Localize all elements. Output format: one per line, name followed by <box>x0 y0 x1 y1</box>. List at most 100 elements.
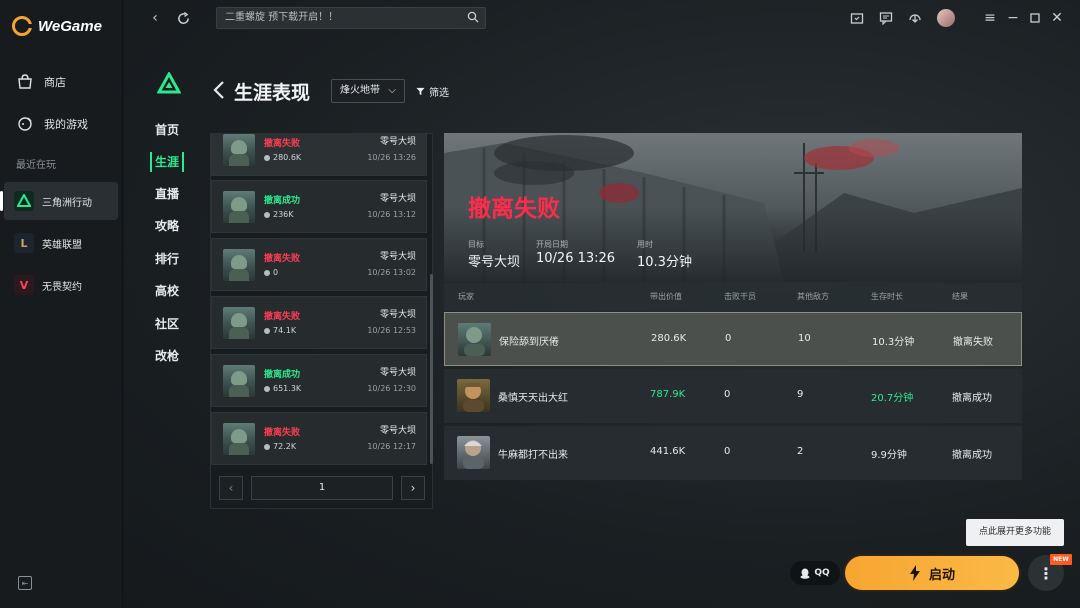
player-result: 撤离成功 <box>952 393 992 404</box>
match-time: 10/26 12:17 <box>367 442 416 451</box>
launch-game-button[interactable]: 启动 <box>843 554 1021 592</box>
player-name: 桑慎天天出大红 <box>498 393 568 404</box>
sidebar-item-my-games[interactable]: 我的游戏 <box>0 106 118 142</box>
match-map: 零号大坝 <box>379 137 416 147</box>
player-value: 280.6K <box>651 333 687 344</box>
match-value-text: 236K <box>273 210 294 219</box>
operator-avatar <box>223 307 255 339</box>
more-features-tooltip: 点此展开更多功能 <box>966 519 1064 546</box>
collapse-sidebar-icon[interactable]: ⇤ <box>18 576 32 590</box>
page-back-icon[interactable] <box>212 80 226 105</box>
subnav-career[interactable]: 生涯 <box>150 152 184 172</box>
match-value: 651.3K <box>264 384 301 393</box>
match-result: 撤离成功 <box>264 370 301 380</box>
match-card[interactable]: 撤离失败 74.1K 零号大坝 10/26 12:53 <box>211 296 427 349</box>
back-nav-icon[interactable]: ‹ <box>146 9 164 27</box>
menu-icon[interactable]: ≡ <box>981 9 999 27</box>
match-time: 10/26 12:30 <box>367 384 416 393</box>
map-select-dropdown[interactable]: 烽火地带 ⌵ <box>331 79 405 103</box>
match-result: 撤离失败 <box>264 312 301 322</box>
delta-force-logo-icon[interactable] <box>156 70 182 94</box>
match-result: 撤离失败 <box>264 139 301 149</box>
my-games-icon <box>16 115 34 133</box>
user-avatar[interactable] <box>937 9 955 27</box>
match-time: 10/26 13:26 <box>367 153 416 162</box>
sidebar-item-store[interactable]: 商店 <box>0 64 118 100</box>
match-value-text: 72.2K <box>273 442 297 451</box>
sidebar-game-valorant[interactable]: V 无畏契约 <box>4 266 118 304</box>
match-value: 280.6K <box>264 153 301 162</box>
match-value-text: 280.6K <box>273 153 302 162</box>
refresh-icon[interactable] <box>174 9 192 27</box>
subnav-gun-mod[interactable]: 改枪 <box>150 346 184 366</box>
player-row[interactable]: 牛麻都打不出来 441.6K 0 2 9.9分钟 撤离成功 <box>444 426 1022 480</box>
valorant-icon: V <box>14 275 34 295</box>
minimize-icon[interactable]: − <box>1004 9 1022 27</box>
player-others: 10 <box>798 333 811 344</box>
match-value-text: 0 <box>273 268 279 277</box>
player-row[interactable]: 保险舔到厌倦 280.6K 0 10 10.3分钟 撤离失败 <box>444 312 1022 366</box>
player-name: 牛麻都打不出来 <box>498 450 568 461</box>
match-time: 10/26 13:12 <box>367 210 416 219</box>
subnav-community[interactable]: 社区 <box>150 314 184 334</box>
player-survival: 9.9分钟 <box>871 450 907 461</box>
sidebar-game-league-of-legends[interactable]: L 英雄联盟 <box>4 224 118 262</box>
match-card[interactable]: 撤离失败 72.2K 零号大坝 10/26 12:17 <box>211 412 427 465</box>
subnav-ranking[interactable]: 排行 <box>150 249 184 269</box>
match-card[interactable]: 撤离失败 0 零号大坝 10/26 13:02 <box>211 238 427 291</box>
logo-text: WeGame <box>38 17 102 35</box>
subnav-home[interactable]: 首页 <box>150 120 184 140</box>
match-value: 236K <box>264 210 294 219</box>
match-card[interactable]: 撤离成功 236K 零号大坝 10/26 13:12 <box>211 180 427 233</box>
sidebar-game-delta-force[interactable]: 三角洲行动 <box>0 182 118 220</box>
match-time: 10/26 13:02 <box>367 268 416 277</box>
match-map: 零号大坝 <box>379 252 416 262</box>
stat-duration-label: 用时 <box>637 240 653 249</box>
coin-icon <box>264 443 270 450</box>
coin-icon <box>264 327 270 334</box>
delta-force-icon <box>14 191 34 211</box>
sidebar-item-label: 商店 <box>44 76 66 89</box>
prev-page-button[interactable]: ‹ <box>219 476 243 500</box>
match-time: 10/26 12:53 <box>367 326 416 335</box>
match-list-scrollbar[interactable] <box>430 274 433 464</box>
subnav-guides[interactable]: 攻略 <box>150 216 184 236</box>
current-page[interactable]: 1 <box>251 476 393 500</box>
qq-button[interactable]: QQ <box>790 561 840 585</box>
filter-button[interactable]: 筛选 <box>416 84 449 99</box>
player-avatar <box>457 379 490 412</box>
match-map: 零号大坝 <box>379 194 416 204</box>
subnav-college[interactable]: 高校 <box>150 281 184 301</box>
player-kills: 0 <box>724 389 731 400</box>
search-input[interactable]: 二重螺旋 预下载开启！！ <box>216 7 486 29</box>
next-page-button[interactable]: › <box>401 476 425 500</box>
close-icon[interactable]: ✕ <box>1048 9 1066 27</box>
match-list[interactable]: 撤离失败 280.6K 零号大坝 10/26 13:26 撤离成功 236K 零… <box>211 134 434 466</box>
sidebar-game-label: 三角洲行动 <box>42 197 92 209</box>
players-table: 玩家 带出价值 击败干员 其他敌方 生存时长 结果 保险舔到厌倦 280.6K … <box>444 283 1022 480</box>
gift-box-icon[interactable] <box>848 9 866 27</box>
operator-avatar <box>223 423 255 455</box>
player-result: 撤离成功 <box>952 450 992 461</box>
match-card[interactable]: 撤离失败 280.6K 零号大坝 10/26 13:26 <box>211 134 427 176</box>
match-value: 74.1K <box>264 326 296 335</box>
player-avatar <box>457 436 490 469</box>
topbar: ‹ 二重螺旋 预下载开启！！ ≡ − ✕ <box>124 0 1080 36</box>
subnav-live[interactable]: 直播 <box>150 184 184 204</box>
filter-label: 筛选 <box>429 88 449 99</box>
message-icon[interactable] <box>877 9 895 27</box>
column-header: 其他敌方 <box>797 292 829 301</box>
download-icon[interactable] <box>906 9 924 27</box>
wegame-logo[interactable]: WeGame <box>12 16 102 36</box>
match-result: 撤离失败 <box>264 254 301 264</box>
maximize-icon[interactable] <box>1026 9 1044 27</box>
player-kills: 0 <box>724 446 731 457</box>
match-map: 零号大坝 <box>379 310 416 320</box>
match-card[interactable]: 撤离成功 651.3K 零号大坝 10/26 12:30 <box>211 354 427 407</box>
player-value: 787.9K <box>650 389 686 400</box>
search-icon[interactable] <box>467 11 479 31</box>
column-header: 结果 <box>952 292 968 301</box>
main-area: ‹ 二重螺旋 预下载开启！！ ≡ − ✕ 首页 生涯 直播 攻略 排行 高校 社… <box>124 0 1080 608</box>
page-title: 生涯表现 <box>234 82 311 104</box>
player-row[interactable]: 桑慎天天出大红 787.9K 0 9 20.7分钟 撤离成功 <box>444 369 1022 423</box>
